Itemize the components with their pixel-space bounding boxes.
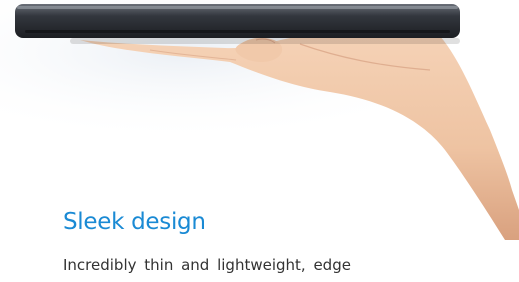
feature-description: Incredibly thin and lightweight, edge [63, 256, 351, 274]
tablet-bottom-edge [25, 30, 450, 33]
tablet-edge-highlight [17, 6, 458, 9]
product-photo [0, 0, 519, 240]
feature-heading: Sleek design [63, 209, 206, 235]
tablet-shadow [70, 38, 460, 44]
feature-card: Sleek design Incredibly thin and lightwe… [0, 0, 519, 282]
